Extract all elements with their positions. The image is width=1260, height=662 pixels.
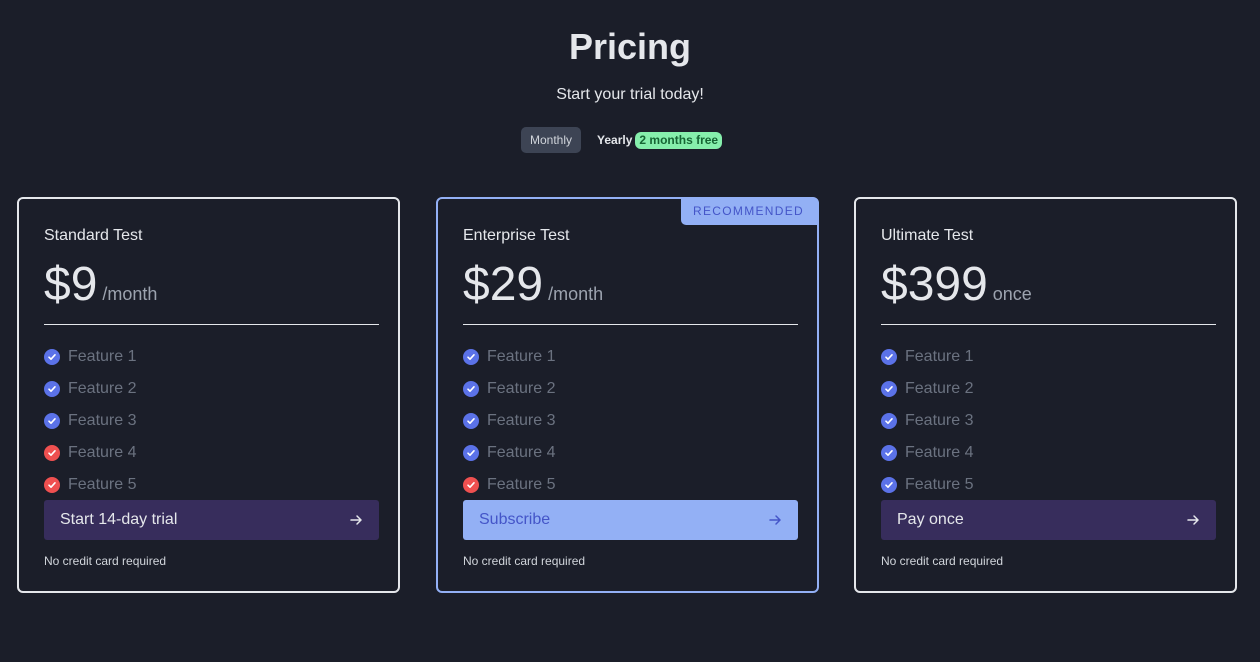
feature-label: Feature 1 bbox=[905, 348, 974, 365]
feature-label: Feature 3 bbox=[68, 412, 137, 429]
feature-item: Feature 1 bbox=[463, 341, 555, 373]
check-circle-icon bbox=[44, 381, 60, 397]
x-circle-icon bbox=[44, 445, 60, 461]
check-circle-icon bbox=[44, 413, 60, 429]
plan-period: once bbox=[992, 284, 1032, 304]
pricing-page: Pricing Start your trial today! Monthly … bbox=[0, 0, 1260, 662]
plan-period: /month bbox=[548, 284, 604, 304]
feature-item: Feature 2 bbox=[881, 373, 973, 405]
divider bbox=[44, 324, 379, 325]
page-title: Pricing bbox=[568, 26, 692, 67]
feature-label: Feature 5 bbox=[905, 476, 974, 493]
price-row: $9 /month bbox=[44, 257, 157, 313]
feature-item: Feature 4 bbox=[881, 437, 973, 469]
feature-item: Feature 5 bbox=[44, 469, 136, 501]
plan-name: Standard Test bbox=[44, 227, 143, 244]
feature-item: Feature 5 bbox=[463, 469, 555, 501]
plan-price: $399 bbox=[881, 258, 988, 311]
check-circle-icon bbox=[881, 413, 897, 429]
check-circle-icon bbox=[881, 349, 897, 365]
arrow-right-icon bbox=[349, 513, 363, 527]
feature-label: Feature 4 bbox=[487, 444, 556, 461]
feature-list: Feature 1 Feature 2 Feature 3 Feature 4 Feat… bbox=[44, 341, 136, 501]
feature-label: Feature 2 bbox=[487, 380, 556, 397]
feature-label: Feature 5 bbox=[68, 476, 137, 493]
subscribe-button[interactable]: Subscribe bbox=[463, 500, 798, 540]
plan-card-enterprise: RECOMMENDED Enterprise Test $29 /month F… bbox=[436, 197, 819, 593]
feature-item: Feature 1 bbox=[44, 341, 136, 373]
plan-name: Enterprise Test bbox=[463, 227, 570, 244]
feature-label: Feature 5 bbox=[487, 476, 556, 493]
plan-price: $29 bbox=[463, 258, 544, 311]
cta-label: Subscribe bbox=[479, 511, 551, 528]
feature-item: Feature 4 bbox=[463, 437, 555, 469]
feature-label: Feature 2 bbox=[905, 380, 974, 397]
start-trial-button[interactable]: Start 14-day trial bbox=[44, 500, 379, 540]
page-subtitle: Start your trial today! bbox=[556, 86, 704, 103]
plan-card-standard: Standard Test $9 /month Feature 1 Feature… bbox=[17, 197, 400, 593]
yearly-toggle-button[interactable]: Yearly 2 months free bbox=[588, 127, 723, 153]
check-circle-icon bbox=[881, 477, 897, 493]
no-credit-card-note: No credit card required bbox=[881, 554, 1004, 568]
months-free-badge: 2 months free bbox=[635, 131, 723, 149]
no-credit-card-note: No credit card required bbox=[44, 554, 167, 568]
recommended-badge: RECOMMENDED bbox=[681, 198, 818, 225]
feature-label: Feature 4 bbox=[905, 444, 974, 461]
plan-period: /month bbox=[102, 284, 158, 304]
plan-card-ultimate: Ultimate Test $399 once Feature 1 Feature… bbox=[854, 197, 1237, 593]
feature-label: Feature 3 bbox=[487, 412, 556, 429]
x-circle-icon bbox=[44, 477, 60, 493]
divider bbox=[463, 324, 798, 325]
feature-label: Feature 2 bbox=[68, 380, 137, 397]
price-row: $29 /month bbox=[463, 257, 603, 313]
price-row: $399 once bbox=[881, 257, 1032, 313]
x-circle-icon bbox=[463, 477, 479, 493]
arrow-right-icon bbox=[768, 513, 782, 527]
feature-item: Feature 2 bbox=[463, 373, 555, 405]
check-circle-icon bbox=[881, 381, 897, 397]
check-circle-icon bbox=[881, 445, 897, 461]
monthly-toggle-button[interactable]: Monthly bbox=[521, 127, 582, 153]
feature-item: Feature 3 bbox=[881, 405, 973, 437]
feature-item: Feature 4 bbox=[44, 437, 136, 469]
cta-label: Pay once bbox=[897, 511, 964, 528]
feature-label: Feature 1 bbox=[68, 348, 137, 365]
arrow-right-icon bbox=[1186, 513, 1200, 527]
plan-price: $9 bbox=[44, 258, 98, 311]
feature-list: Feature 1 Feature 2 Feature 3 Feature 4 Feat… bbox=[881, 341, 973, 501]
feature-item: Feature 2 bbox=[44, 373, 136, 405]
check-circle-icon bbox=[44, 349, 60, 365]
check-circle-icon bbox=[463, 349, 479, 365]
divider bbox=[881, 324, 1216, 325]
plan-name: Ultimate Test bbox=[881, 227, 974, 244]
feature-item: Feature 5 bbox=[881, 469, 973, 501]
feature-item: Feature 3 bbox=[463, 405, 555, 437]
cta-label: Start 14-day trial bbox=[60, 511, 178, 528]
no-credit-card-note: No credit card required bbox=[463, 554, 586, 568]
check-circle-icon bbox=[463, 413, 479, 429]
feature-label: Feature 3 bbox=[905, 412, 974, 429]
check-circle-icon bbox=[463, 381, 479, 397]
billing-toggle: Monthly Yearly 2 months free bbox=[521, 127, 723, 153]
feature-label: Feature 4 bbox=[68, 444, 137, 461]
feature-item: Feature 3 bbox=[44, 405, 136, 437]
pay-once-button[interactable]: Pay once bbox=[881, 500, 1216, 540]
feature-list: Feature 1 Feature 2 Feature 3 Feature 4 Feat… bbox=[463, 341, 555, 501]
feature-label: Feature 1 bbox=[487, 348, 556, 365]
check-circle-icon bbox=[463, 445, 479, 461]
yearly-label: Yearly bbox=[597, 133, 633, 147]
feature-item: Feature 1 bbox=[881, 341, 973, 373]
